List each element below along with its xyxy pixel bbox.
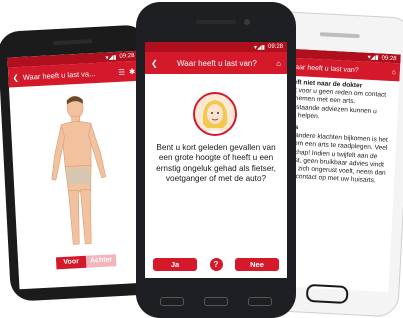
center-phone: ▾◢▮ 09:28 ❮ Waar heeft u last van? ⌂ Ben… [136,2,296,318]
menu-icon[interactable]: ☰ [118,67,125,76]
home-icon[interactable]: ⌂ [276,59,281,68]
page-title: Waar heeft u last van? [288,63,359,74]
gear-icon[interactable]: ✱ [129,66,136,75]
doctor-avatar [193,92,237,136]
back-arrow-icon[interactable]: ❮ [12,73,19,82]
home-hardware-button [305,283,349,305]
speaker-grille [196,20,236,24]
speaker-grille [319,32,360,39]
status-time: 09:28 [267,44,283,50]
status-time: 09:28 [381,54,397,62]
question-text: Bent u kort geleden gevallen van een gro… [156,143,276,183]
status-time: 09:28 [119,52,135,60]
back-key [160,296,184,306]
page-title: Waar heeft u last va... [22,68,96,82]
help-button[interactable]: ? [209,258,223,271]
signal-icon: ▾◢▮ [367,54,379,62]
no-button[interactable]: Nee [235,258,279,271]
status-bar: ▾◢▮ 09:28 [145,42,287,52]
center-screen: ▾◢▮ 09:28 ❮ Waar heeft u last van? ⌂ Ben… [145,42,287,278]
hardware-nav-bar [160,292,272,310]
left-screen: ▾◢▮ 09:28 ❮ Waar heeft u last va... ☰ ✱ [7,50,151,290]
app-bar: ❮ Waar heeft u last van? ⌂ [145,52,287,74]
body-figure[interactable] [41,92,115,255]
page-title: Waar heeft u last van? [177,58,257,68]
speaker-grille [52,39,93,46]
back-arrow-icon[interactable]: ❮ [151,59,158,68]
signal-icon: ▾◢▮ [105,54,117,61]
home-icon[interactable]: ⌂ [391,69,396,76]
woman-face-icon [202,100,228,134]
home-key [204,296,228,306]
back-view-button[interactable]: Achter [85,254,117,268]
signal-icon: ▾◢▮ [254,44,265,51]
recent-key [248,296,272,306]
view-toggle: Voor Achter [55,254,117,270]
answer-buttons: Ja ? Nee [153,258,279,271]
front-camera [244,19,250,25]
yes-button[interactable]: Ja [153,258,197,271]
front-view-button[interactable]: Voor [55,255,87,270]
